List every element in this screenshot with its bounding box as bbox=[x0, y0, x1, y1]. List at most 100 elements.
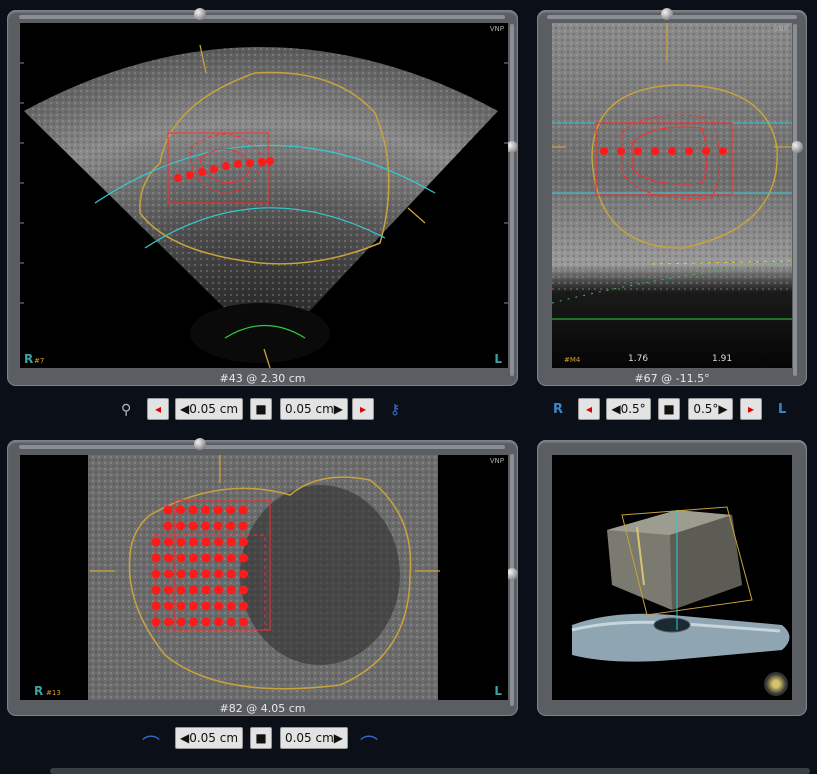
target-dot bbox=[176, 601, 186, 611]
target-dot bbox=[239, 553, 248, 563]
readout-a: 1.76 bbox=[628, 354, 649, 364]
top-slider-track[interactable] bbox=[19, 15, 505, 19]
triangle-left-icon: ◀ bbox=[611, 402, 621, 416]
left-orientation-label: R bbox=[34, 684, 44, 698]
prev-slice-button[interactable]: ◂ bbox=[147, 398, 169, 420]
panel-axial: VNP R #7 L #43 @ 2.30 cm bbox=[7, 8, 518, 386]
target-dot bbox=[189, 617, 198, 627]
axial-slice-caption: #43 @ 2.30 cm bbox=[219, 372, 306, 385]
center-button[interactable]: ■ bbox=[658, 398, 680, 420]
target-dot bbox=[226, 521, 235, 531]
center-block-icon: ■ bbox=[255, 402, 267, 416]
coronal-ultrasound-image bbox=[88, 455, 440, 700]
target-dot bbox=[164, 585, 173, 595]
target-dot bbox=[176, 569, 186, 579]
panel-sagittal: VNP #M4 1.76 1.91 #67 @ -11.5° bbox=[537, 8, 807, 386]
bottom-strip bbox=[50, 768, 810, 774]
target-dot bbox=[201, 601, 211, 611]
center-button[interactable]: ■ bbox=[250, 398, 272, 420]
target-dot bbox=[164, 617, 173, 627]
target-dot bbox=[189, 537, 198, 547]
target-dot bbox=[201, 585, 211, 595]
panel-coronal: VNP R #13 L #82 @ 4.05 cm bbox=[7, 438, 518, 716]
target-dot bbox=[226, 601, 236, 611]
step-left-field[interactable]: ◀ 0.05 cm bbox=[175, 398, 243, 420]
target-dot bbox=[239, 585, 248, 595]
sagittal-slice-caption: #67 @ -11.5° bbox=[634, 372, 710, 385]
right-slider-track[interactable] bbox=[510, 454, 514, 706]
3d-volume-render bbox=[571, 506, 790, 662]
target-dot bbox=[151, 553, 161, 563]
target-dot bbox=[201, 521, 210, 531]
step-right-field[interactable]: 0.5° ▶ bbox=[688, 398, 733, 420]
target-dot bbox=[226, 585, 236, 595]
target-dot bbox=[176, 553, 186, 563]
target-dot bbox=[238, 505, 248, 515]
wave-down-icon[interactable]: ⌒ bbox=[360, 731, 378, 757]
target-dot bbox=[164, 601, 173, 611]
target-dot bbox=[188, 505, 198, 515]
probe-icon[interactable]: ⚲ bbox=[121, 402, 131, 418]
top-slider-track[interactable] bbox=[19, 445, 505, 449]
target-dot bbox=[151, 569, 161, 579]
left-orientation-sub: #7 bbox=[34, 357, 45, 365]
target-dot bbox=[151, 617, 161, 627]
target-dot bbox=[176, 585, 186, 595]
target-dot bbox=[151, 537, 161, 547]
readout-b: 1.91 bbox=[712, 354, 733, 364]
target-dot bbox=[164, 569, 173, 579]
wave-up-icon[interactable]: ⌒ bbox=[142, 731, 160, 757]
target-dot bbox=[151, 601, 161, 611]
next-slice-button[interactable]: ▸ bbox=[740, 398, 762, 420]
side-right-label: L bbox=[778, 402, 787, 417]
target-dot bbox=[214, 617, 223, 627]
target-dot bbox=[176, 617, 186, 627]
target-dot bbox=[201, 569, 211, 579]
needle-icon[interactable]: ⚷ bbox=[390, 402, 400, 418]
target-dot bbox=[163, 505, 173, 515]
target-dot bbox=[176, 521, 185, 531]
step-left-field[interactable]: ◀ 0.5° bbox=[606, 398, 651, 420]
target-dot bbox=[226, 569, 236, 579]
center-block-icon: ■ bbox=[663, 402, 675, 416]
left-orientation-label: R bbox=[24, 352, 34, 366]
right-slider-track[interactable] bbox=[510, 24, 514, 376]
target-dot bbox=[188, 521, 198, 531]
step-right-field[interactable]: 0.05 cm ▶ bbox=[280, 398, 348, 420]
top-slider-knob[interactable] bbox=[194, 438, 206, 450]
center-button[interactable]: ■ bbox=[250, 727, 272, 749]
triangle-right-icon: ▶ bbox=[333, 402, 344, 416]
target-dot bbox=[226, 505, 235, 515]
triangle-right-icon: ▶ bbox=[718, 402, 728, 416]
target-dot bbox=[201, 505, 210, 515]
right-slider-knob[interactable] bbox=[791, 141, 803, 153]
target-dot bbox=[164, 537, 173, 547]
triangle-left-icon: ◀ bbox=[179, 402, 190, 416]
step-right-field[interactable]: 0.05 cm ▶ bbox=[280, 727, 348, 749]
target-dot bbox=[214, 585, 223, 595]
target-dot bbox=[201, 537, 211, 547]
target-dot bbox=[214, 537, 223, 547]
top-slider-knob[interactable] bbox=[194, 8, 206, 20]
step-left-field[interactable]: ◀ 0.05 cm bbox=[175, 727, 243, 749]
target-dot bbox=[214, 601, 223, 611]
prev-slice-button[interactable]: ◂ bbox=[578, 398, 600, 420]
target-dot bbox=[214, 553, 223, 563]
target-dot bbox=[189, 553, 198, 563]
next-slice-button[interactable]: ▸ bbox=[352, 398, 374, 420]
series-readout: #M4 bbox=[564, 356, 581, 364]
target-dot bbox=[189, 569, 198, 579]
axial-view[interactable]: VNP R #7 L bbox=[20, 23, 508, 368]
3d-view[interactable] bbox=[552, 455, 792, 700]
target-dot bbox=[163, 521, 173, 531]
triangle-right-icon: ▶ bbox=[333, 731, 344, 745]
eye-icon[interactable] bbox=[764, 672, 788, 696]
top-slider-knob[interactable] bbox=[661, 8, 673, 20]
coronal-view[interactable]: VNP R #13 L bbox=[20, 455, 508, 700]
target-dot bbox=[151, 585, 161, 595]
target-dot bbox=[214, 569, 223, 579]
left-orientation-sub: #13 bbox=[46, 689, 61, 697]
sagittal-view[interactable]: VNP #M4 1.76 1.91 bbox=[552, 23, 792, 368]
right-slider-track[interactable] bbox=[793, 24, 797, 376]
panel-3d bbox=[537, 440, 807, 716]
